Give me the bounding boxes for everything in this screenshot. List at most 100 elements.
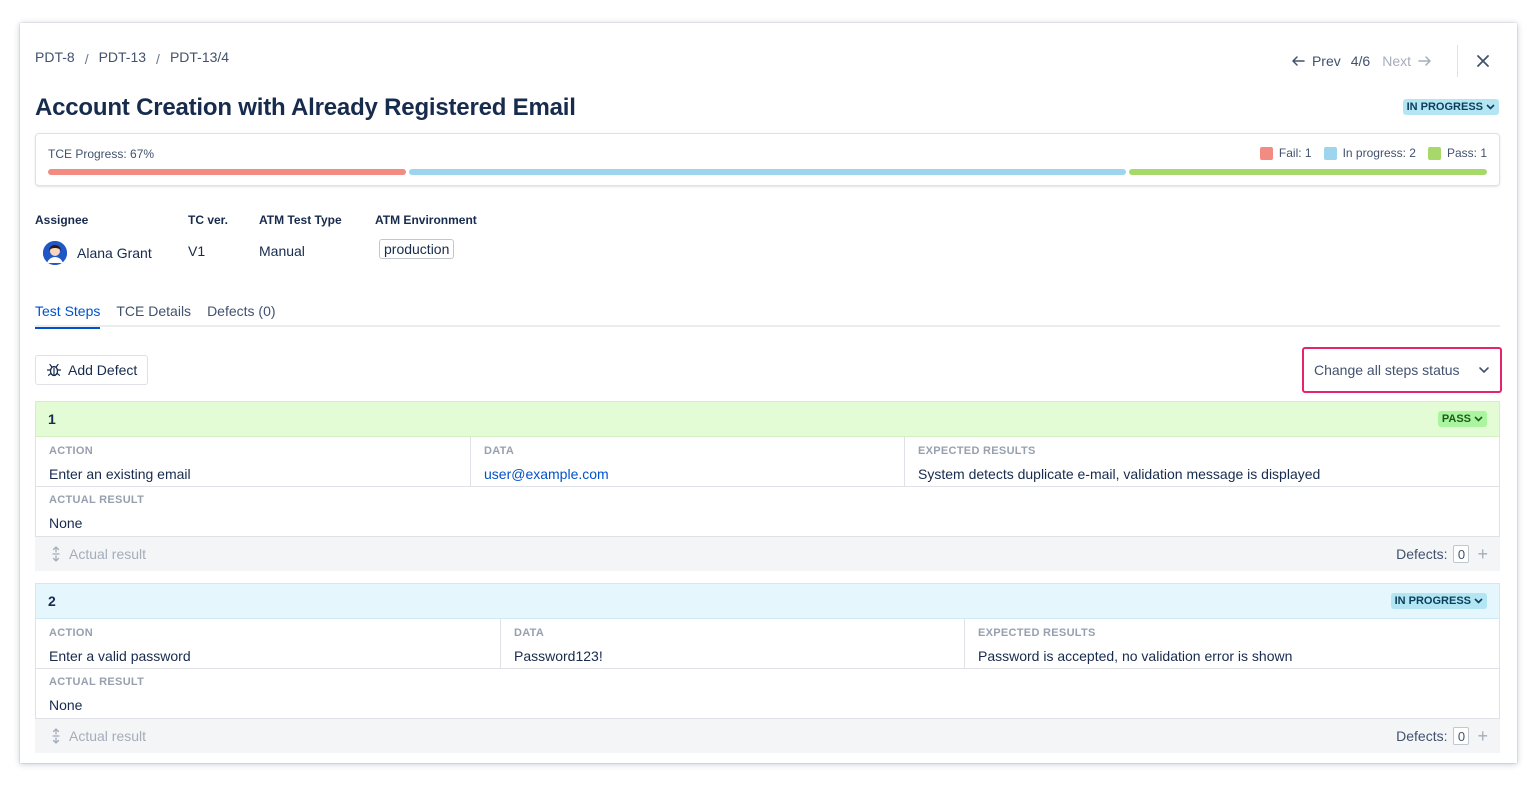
step-number: 1 <box>48 411 56 427</box>
action-value: Enter a valid password <box>49 648 191 664</box>
test-type-label: ATM Test Type <box>259 213 342 227</box>
step-status-dropdown[interactable]: PASS <box>1437 411 1487 427</box>
chevron-down-icon <box>1474 416 1483 422</box>
tab-tce-details[interactable]: TCE Details <box>116 303 191 327</box>
next-button[interactable]: Next <box>1376 47 1439 75</box>
chevron-down-icon <box>1474 598 1483 604</box>
tc-ver-field: TC ver. V1 <box>188 213 228 259</box>
step-fields-row: ACTION Enter an existing email DATA user… <box>36 437 1499 487</box>
step-header: 1 PASS <box>35 401 1500 437</box>
close-icon <box>1477 55 1489 67</box>
tab-bar: Test Steps TCE Details Defects (0) <box>35 303 1500 329</box>
legend-label-pass: Pass: 1 <box>1446 146 1487 160</box>
expand-icon <box>52 546 60 562</box>
defects-count: 0 <box>1453 727 1470 745</box>
tc-ver-value: V1 <box>188 243 206 259</box>
breadcrumb-separator: / <box>84 51 89 67</box>
expected-header: EXPECTED RESULTS <box>918 445 1036 457</box>
defects-counter: Defects: 0 + <box>1396 727 1488 745</box>
step-number: 2 <box>48 593 56 609</box>
tab-defects[interactable]: Defects (0) <box>207 303 275 327</box>
step-body: ACTION Enter an existing email DATA user… <box>35 437 1500 537</box>
progress-panel: TCE Progress: 67% Fail: 1 In progress: 2… <box>35 133 1500 186</box>
action-header: ACTION <box>49 445 93 457</box>
tab-test-steps[interactable]: Test Steps <box>35 303 101 329</box>
add-defect-plus-icon[interactable]: + <box>1477 545 1488 563</box>
progress-bar <box>48 169 1487 175</box>
prev-button[interactable]: Prev <box>1284 47 1347 75</box>
avatar[interactable] <box>43 241 67 265</box>
step-header: 2 IN PROGRESS <box>35 583 1500 619</box>
environment-field: ATM Environment production <box>375 213 477 259</box>
data-header: DATA <box>514 627 545 639</box>
expected-cell: EXPECTED RESULTS Password is accepted, n… <box>964 619 1499 668</box>
test-step: 2 IN PROGRESS ACTION Enter a valid passw… <box>35 583 1500 753</box>
progress-segment-pass <box>1128 169 1487 175</box>
close-button[interactable] <box>1471 49 1495 73</box>
add-defect-plus-icon[interactable]: + <box>1477 727 1488 745</box>
data-header: DATA <box>484 445 515 457</box>
breadcrumb: PDT-8 / PDT-13 / PDT-13/4 <box>35 49 229 67</box>
data-cell: DATA Password123! <box>500 619 964 668</box>
defects-label: Defects: <box>1396 728 1448 744</box>
data-value-link[interactable]: user@example.com <box>484 466 891 482</box>
legend-fail: Fail: 1 <box>1259 146 1312 160</box>
actual-result-value: None <box>49 515 83 531</box>
change-all-label: Change all steps status <box>1314 362 1460 378</box>
step-footer: Actual result Defects: 0 + <box>35 537 1500 571</box>
actual-result-section: ACTUAL RESULT None <box>36 487 1499 537</box>
environment-tag: production <box>379 239 455 259</box>
actual-result-placeholder: Actual result <box>69 546 147 562</box>
actual-result-value: None <box>49 697 83 713</box>
breadcrumb-item-pdt-13-4[interactable]: PDT-13/4 <box>170 49 229 65</box>
step-body: ACTION Enter a valid password DATA Passw… <box>35 619 1500 719</box>
status-label: IN PROGRESS <box>1406 101 1483 113</box>
environment-label: ATM Environment <box>375 213 477 227</box>
nav-divider <box>1457 45 1458 77</box>
legend-swatch-fail <box>1259 146 1273 160</box>
assignee-field: Assignee Alana Grant <box>35 213 152 265</box>
next-label: Next <box>1382 53 1411 69</box>
legend-swatch-in-progress <box>1323 146 1337 160</box>
bug-icon <box>46 363 62 377</box>
breadcrumb-item-pdt-13[interactable]: PDT-13 <box>99 49 146 65</box>
user-avatar-icon <box>43 241 67 265</box>
test-execution-dialog: PDT-8 / PDT-13 / PDT-13/4 Prev 4/6 Next … <box>20 23 1517 763</box>
step-status-label: PASS <box>1441 413 1471 425</box>
status-dropdown[interactable]: IN PROGRESS <box>1402 99 1499 115</box>
defects-counter: Defects: 0 + <box>1396 545 1488 563</box>
test-type-field: ATM Test Type Manual <box>259 213 342 259</box>
page-title: Account Creation with Already Registered… <box>35 94 576 121</box>
add-defect-button[interactable]: Add Defect <box>35 355 149 385</box>
expected-value: Password is accepted, no validation erro… <box>978 648 1293 664</box>
arrow-left-icon <box>1292 56 1305 66</box>
actual-result-header: ACTUAL RESULT <box>49 494 145 506</box>
action-header: ACTION <box>49 627 93 639</box>
change-all-steps-status-select[interactable]: Change all steps status <box>1302 347 1502 393</box>
progress-segment-fail <box>48 169 407 175</box>
progress-segment-in-progress <box>409 169 1126 175</box>
data-value: Password123! <box>514 648 603 664</box>
pagination-nav: Prev 4/6 Next <box>1284 45 1495 77</box>
breadcrumb-item-pdt-8[interactable]: PDT-8 <box>35 49 75 65</box>
add-defect-label: Add Defect <box>68 362 138 378</box>
actual-result-input[interactable]: Actual result <box>51 546 146 562</box>
breadcrumb-separator: / <box>156 51 160 67</box>
progress-label: TCE Progress: 67% <box>48 147 155 161</box>
action-value: Enter an existing email <box>49 466 191 482</box>
actual-result-input[interactable]: Actual result <box>51 728 146 744</box>
action-cell: ACTION Enter an existing email <box>36 437 470 486</box>
page-counter: 4/6 <box>1350 53 1371 69</box>
legend-label-fail: Fail: 1 <box>1278 146 1312 160</box>
actual-result-header: ACTUAL RESULT <box>49 676 145 688</box>
step-status-dropdown[interactable]: IN PROGRESS <box>1390 593 1487 609</box>
chevron-down-icon <box>1486 104 1495 110</box>
assignee-name[interactable]: Alana Grant <box>77 245 152 261</box>
legend-label-in-progress: In progress: 2 <box>1342 146 1416 160</box>
assignee-label: Assignee <box>35 213 89 227</box>
actual-result-placeholder: Actual result <box>69 728 147 744</box>
expand-icon <box>52 728 60 744</box>
progress-legend: Fail: 1 In progress: 2 Pass: 1 <box>1248 146 1487 160</box>
expected-value: System detects duplicate e-mail, validat… <box>918 466 1321 482</box>
chevron-down-icon <box>1479 367 1489 374</box>
